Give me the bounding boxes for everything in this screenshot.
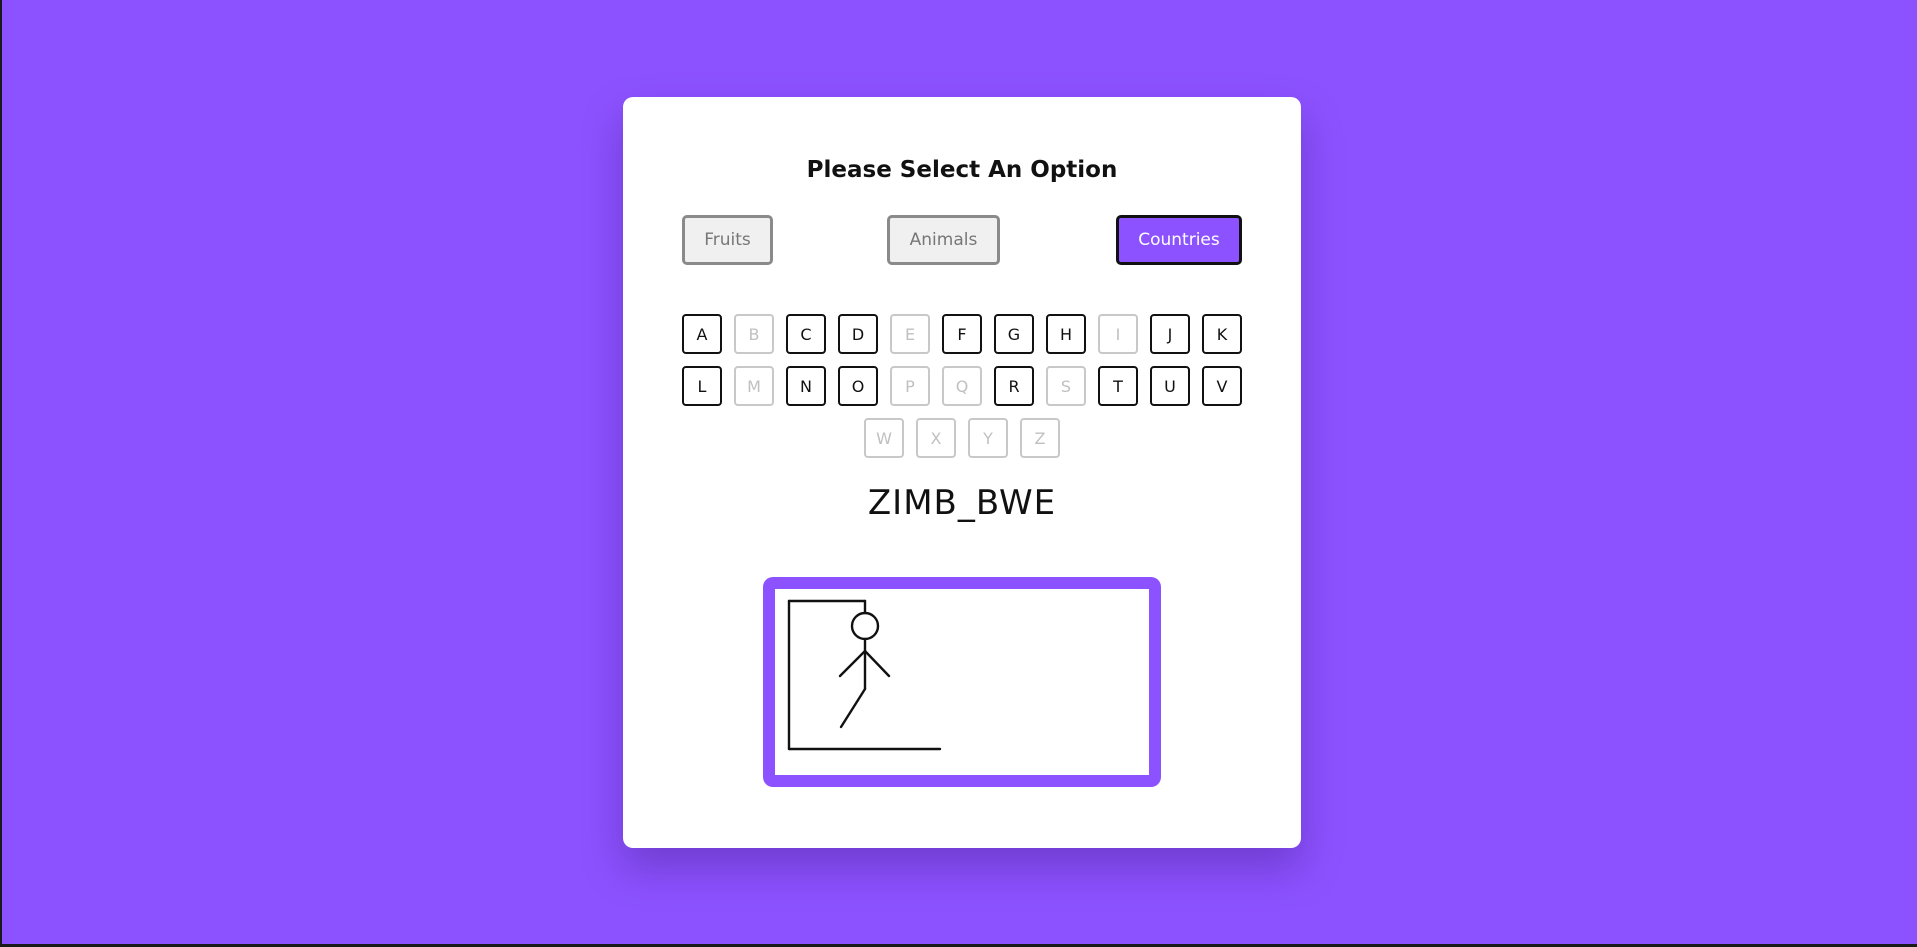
word-display: ZIMB_BWE xyxy=(867,483,1057,523)
key-k[interactable]: K xyxy=(1202,314,1242,354)
key-o[interactable]: O xyxy=(838,366,878,406)
key-d[interactable]: D xyxy=(838,314,878,354)
key-h[interactable]: H xyxy=(1046,314,1086,354)
hangman-right-arm xyxy=(863,649,891,678)
key-u[interactable]: U xyxy=(1150,366,1190,406)
option-fruits-button[interactable]: Fruits xyxy=(682,215,773,265)
key-e[interactable]: E xyxy=(890,314,930,354)
key-l[interactable]: L xyxy=(682,366,722,406)
key-m[interactable]: M xyxy=(734,366,774,406)
option-countries-button[interactable]: Countries xyxy=(1116,215,1242,265)
option-animals-button[interactable]: Animals xyxy=(887,215,1000,265)
hangman-drawing xyxy=(787,599,942,751)
key-r[interactable]: R xyxy=(994,366,1034,406)
key-c[interactable]: C xyxy=(786,314,826,354)
key-z[interactable]: Z xyxy=(1020,418,1060,458)
key-t[interactable]: T xyxy=(1098,366,1138,406)
key-f[interactable]: F xyxy=(942,314,982,354)
key-v[interactable]: V xyxy=(1202,366,1242,406)
hangman-left-arm xyxy=(838,649,867,678)
key-b[interactable]: B xyxy=(734,314,774,354)
hangman-head xyxy=(850,611,880,641)
key-x[interactable]: X xyxy=(916,418,956,458)
key-n[interactable]: N xyxy=(786,366,826,406)
category-options: Fruits Animals Countries xyxy=(682,215,1242,265)
key-w[interactable]: W xyxy=(864,418,904,458)
key-p[interactable]: P xyxy=(890,366,930,406)
game-card: Please Select An Option Fruits Animals C… xyxy=(623,97,1301,848)
key-y[interactable]: Y xyxy=(968,418,1008,458)
key-j[interactable]: J xyxy=(1150,314,1190,354)
key-a[interactable]: A xyxy=(682,314,722,354)
key-s[interactable]: S xyxy=(1046,366,1086,406)
page-title: Please Select An Option xyxy=(806,157,1118,183)
key-g[interactable]: G xyxy=(994,314,1034,354)
key-q[interactable]: Q xyxy=(942,366,982,406)
key-i[interactable]: I xyxy=(1098,314,1138,354)
hangman-left-leg xyxy=(839,687,867,729)
hangman-canvas xyxy=(763,577,1161,787)
